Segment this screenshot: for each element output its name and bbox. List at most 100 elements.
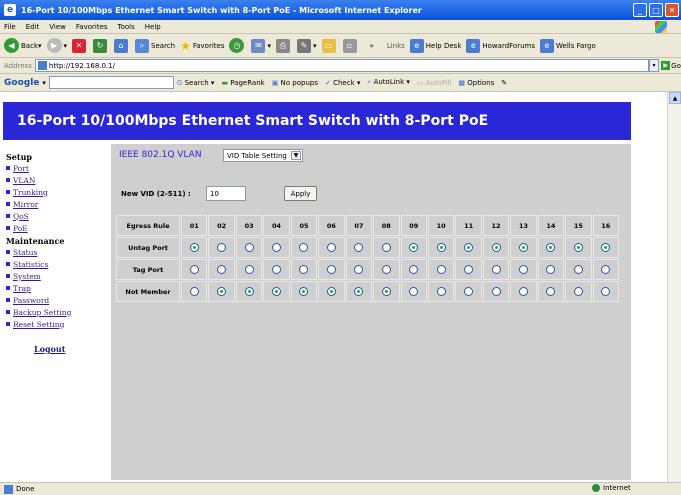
maximize-icon[interactable]: □ (649, 3, 663, 17)
vlan-mode-select[interactable]: VID Table Setting ▼ (223, 149, 303, 162)
radio-port-08[interactable] (381, 265, 391, 274)
radio-port-03[interactable] (244, 243, 254, 252)
radio-port-15[interactable] (573, 265, 583, 274)
spell-check-button[interactable]: ✓ Check ▾ (325, 79, 360, 87)
sidebar-item-backup-setting[interactable]: Backup Setting (6, 306, 111, 318)
google-menu-icon[interactable]: ▾ (42, 79, 46, 87)
radio-port-08[interactable] (381, 287, 391, 296)
radio-port-05[interactable] (299, 243, 309, 252)
sidebar-item-reset-setting[interactable]: Reset Setting (6, 318, 111, 330)
options-button[interactable]: ▦ Options (458, 79, 494, 87)
messenger-button[interactable]: ▫ (342, 38, 359, 53)
radio-port-05[interactable] (299, 265, 309, 274)
radio-port-02[interactable] (217, 265, 227, 274)
sidebar-item-mirror[interactable]: Mirror (6, 198, 111, 210)
sidebar-item-status[interactable]: Status (6, 246, 111, 258)
radio-port-09[interactable] (409, 287, 419, 296)
chevron-more-icon[interactable]: » (370, 42, 374, 50)
print-button[interactable]: ⎙ (276, 38, 292, 53)
link-wells-fargo[interactable]: e Wells Fargo (540, 38, 596, 53)
radio-port-13[interactable] (518, 243, 528, 252)
history-button[interactable]: ◷ (229, 38, 246, 53)
radio-port-02[interactable] (217, 287, 227, 296)
address-input[interactable]: http://192.168.0.1/ (34, 59, 649, 72)
radio-port-12[interactable] (491, 287, 501, 296)
apply-button[interactable]: Apply (284, 186, 317, 201)
go-button[interactable]: ▶ Go (661, 59, 681, 72)
menu-view[interactable]: View (49, 23, 66, 31)
back-button[interactable]: ◀ Back ▾ (4, 38, 42, 53)
vertical-scrollbar[interactable]: ▲ (667, 92, 681, 482)
radio-port-06[interactable] (326, 287, 336, 296)
radio-port-05[interactable] (299, 287, 309, 296)
radio-port-13[interactable] (518, 265, 528, 274)
radio-port-10[interactable] (436, 243, 446, 252)
sidebar-item-system[interactable]: System (6, 270, 111, 282)
favorites-button[interactable]: ★ Favorites (180, 39, 224, 53)
sidebar-item-qos[interactable]: QoS (6, 210, 111, 222)
radio-port-12[interactable] (491, 265, 501, 274)
radio-port-07[interactable] (354, 265, 364, 274)
google-search-button[interactable]: G Search ▾ (177, 79, 214, 87)
radio-port-08[interactable] (381, 243, 391, 252)
radio-port-14[interactable] (546, 287, 556, 296)
radio-port-01[interactable] (189, 287, 199, 296)
refresh-button[interactable]: ↻ (93, 38, 109, 53)
menu-help[interactable]: Help (145, 23, 161, 31)
menu-favorites[interactable]: Favorites (76, 23, 108, 31)
autolink-button[interactable]: ⌕ AutoLink ▾ (367, 78, 410, 87)
radio-port-13[interactable] (518, 287, 528, 296)
home-button[interactable]: ⌂ (114, 38, 130, 53)
edit-button[interactable]: ✎ ▾ (297, 38, 317, 53)
link-howardforums[interactable]: e HowardForums (466, 38, 535, 53)
radio-port-16[interactable] (601, 265, 611, 274)
radio-port-12[interactable] (491, 243, 501, 252)
radio-port-07[interactable] (354, 287, 364, 296)
minimize-icon[interactable]: _ (633, 3, 647, 17)
radio-port-11[interactable] (464, 265, 474, 274)
radio-port-07[interactable] (354, 243, 364, 252)
radio-port-01[interactable] (189, 265, 199, 274)
google-search-input[interactable] (48, 76, 174, 89)
pagerank-indicator[interactable]: ▬ PageRank (221, 79, 264, 87)
radio-port-15[interactable] (573, 287, 583, 296)
popup-blocker-button[interactable]: ▣ No popups (272, 79, 318, 87)
radio-port-02[interactable] (217, 243, 227, 252)
pencil-icon[interactable]: ✎ (501, 79, 507, 87)
radio-port-15[interactable] (573, 243, 583, 252)
radio-port-14[interactable] (546, 265, 556, 274)
sidebar-item-trap[interactable]: Trap (6, 282, 111, 294)
link-help-desk[interactable]: e Help Desk (409, 38, 461, 53)
radio-port-09[interactable] (409, 265, 419, 274)
radio-port-04[interactable] (272, 265, 282, 274)
sidebar-item-port[interactable]: Port (6, 162, 111, 174)
folder-button[interactable]: ▭ (321, 38, 338, 53)
radio-port-11[interactable] (464, 287, 474, 296)
radio-port-03[interactable] (244, 287, 254, 296)
radio-port-04[interactable] (272, 287, 282, 296)
search-button[interactable]: ⌕ Search (135, 38, 175, 53)
radio-port-16[interactable] (601, 287, 611, 296)
radio-port-11[interactable] (464, 243, 474, 252)
menu-edit[interactable]: Edit (26, 23, 40, 31)
close-icon[interactable]: ✕ (665, 3, 679, 17)
radio-port-09[interactable] (409, 243, 419, 252)
radio-port-01[interactable] (189, 243, 199, 252)
sidebar-item-statistics[interactable]: Statistics (6, 258, 111, 270)
forward-button[interactable]: ▶ ▾ (46, 38, 67, 53)
radio-port-14[interactable] (546, 243, 556, 252)
sidebar-item-trunking[interactable]: Trunking (6, 186, 111, 198)
radio-port-10[interactable] (436, 287, 446, 296)
radio-port-06[interactable] (326, 243, 336, 252)
sidebar-item-poe[interactable]: PoE (6, 222, 111, 234)
sidebar-item-password[interactable]: Password (6, 294, 111, 306)
stop-button[interactable]: ✕ (72, 38, 88, 53)
mail-button[interactable]: ✉ ▾ (251, 38, 271, 53)
menu-file[interactable]: File (4, 23, 16, 31)
logout-link[interactable]: Logout (34, 344, 111, 354)
address-dropdown-icon[interactable]: ▾ (649, 59, 659, 72)
autofill-button[interactable]: ▭ AutoFill (417, 79, 451, 87)
radio-port-04[interactable] (272, 243, 282, 252)
google-logo[interactable]: Google (4, 78, 39, 88)
scroll-up-icon[interactable]: ▲ (669, 92, 681, 104)
